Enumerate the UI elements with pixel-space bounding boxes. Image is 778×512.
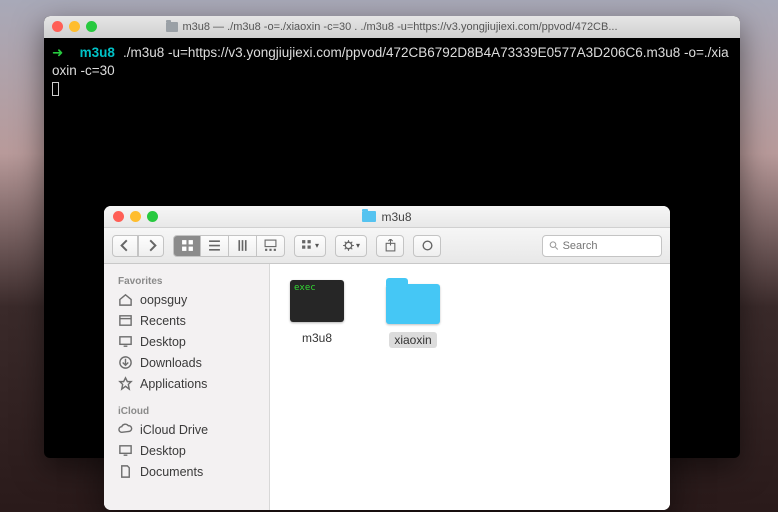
close-icon[interactable]	[52, 21, 63, 32]
nav-buttons	[112, 235, 164, 257]
arrange-group: ▾	[294, 235, 326, 257]
documents-icon	[118, 464, 133, 479]
folder-icon	[386, 284, 440, 324]
sidebar-item-desktop[interactable]: Desktop	[104, 331, 269, 352]
column-view-button[interactable]	[229, 235, 257, 257]
terminal-titlebar[interactable]: m3u8 — ./m3u8 -o=./xiaoxin -c=30 . ./m3u…	[44, 16, 740, 38]
list-view-button[interactable]	[201, 235, 229, 257]
search-field[interactable]	[542, 235, 662, 257]
search-input[interactable]	[563, 240, 655, 252]
back-button[interactable]	[112, 235, 138, 257]
icon-view-button[interactable]	[173, 235, 201, 257]
minimize-icon[interactable]	[69, 21, 80, 32]
minimize-icon[interactable]	[130, 211, 141, 222]
prompt-directory: m3u8	[80, 45, 115, 60]
sidebar-item-recents[interactable]: Recents	[104, 310, 269, 331]
file-label: xiaoxin	[389, 332, 436, 348]
desktop-icon	[118, 443, 133, 458]
folder-icon	[362, 211, 376, 222]
terminal-body[interactable]: ➜ m3u8 ./m3u8 -u=https://v3.yongjiujiexi…	[44, 38, 740, 107]
sidebar-item-icloud-desktop[interactable]: Desktop	[104, 440, 269, 461]
folder-icon	[166, 22, 178, 32]
chevron-down-icon: ▾	[356, 241, 360, 250]
file-label: m3u8	[297, 330, 337, 346]
exec-icon	[290, 280, 344, 322]
arrange-button[interactable]: ▾	[294, 235, 326, 257]
applications-icon	[118, 376, 133, 391]
sidebar: Favorites oopsguy Recents Desktop Downlo…	[104, 264, 270, 510]
finder-window: m3u8 ▾ ▾ Favorites	[104, 206, 670, 510]
finder-toolbar: ▾ ▾	[104, 228, 670, 264]
sidebar-item-label: Desktop	[140, 335, 186, 349]
zoom-icon[interactable]	[147, 211, 158, 222]
sidebar-item-label: Documents	[140, 465, 203, 479]
sidebar-item-icloud-drive[interactable]: iCloud Drive	[104, 419, 269, 440]
chevron-down-icon: ▾	[315, 241, 319, 250]
sidebar-item-downloads[interactable]: Downloads	[104, 352, 269, 373]
sidebar-item-label: Desktop	[140, 444, 186, 458]
downloads-icon	[118, 355, 133, 370]
tags-group	[413, 235, 441, 257]
finder-title: m3u8	[381, 210, 411, 224]
sidebar-item-label: Downloads	[140, 356, 202, 370]
file-item-m3u8[interactable]: m3u8	[290, 280, 344, 346]
home-icon	[118, 292, 133, 307]
forward-button[interactable]	[138, 235, 164, 257]
action-group: ▾	[335, 235, 367, 257]
window-controls	[52, 21, 97, 32]
sidebar-header-favorites: Favorites	[104, 272, 269, 289]
share-button[interactable]	[376, 235, 404, 257]
window-controls	[113, 211, 158, 222]
terminal-title: m3u8 — ./m3u8 -o=./xiaoxin -c=30 . ./m3u…	[182, 21, 617, 33]
close-icon[interactable]	[113, 211, 124, 222]
search-icon	[549, 240, 559, 251]
sidebar-item-label: iCloud Drive	[140, 423, 208, 437]
sidebar-item-documents[interactable]: Documents	[104, 461, 269, 482]
share-group	[376, 235, 404, 257]
terminal-command: ./m3u8 -u=https://v3.yongjiujiexi.com/pp…	[52, 45, 729, 78]
cursor-icon	[52, 82, 59, 96]
sidebar-item-oopsguy[interactable]: oopsguy	[104, 289, 269, 310]
gallery-view-button[interactable]	[257, 235, 285, 257]
file-grid[interactable]: m3u8 xiaoxin	[270, 264, 670, 510]
desktop-icon	[118, 334, 133, 349]
file-item-xiaoxin[interactable]: xiaoxin	[386, 280, 440, 348]
action-button[interactable]: ▾	[335, 235, 367, 257]
cloud-icon	[118, 422, 133, 437]
sidebar-header-icloud: iCloud	[104, 402, 269, 419]
prompt-arrow-icon: ➜	[52, 45, 63, 60]
zoom-icon[interactable]	[86, 21, 97, 32]
sidebar-item-label: Recents	[140, 314, 186, 328]
sidebar-item-applications[interactable]: Applications	[104, 373, 269, 394]
recents-icon	[118, 313, 133, 328]
view-mode-group	[173, 235, 285, 257]
finder-titlebar[interactable]: m3u8	[104, 206, 670, 228]
tags-button[interactable]	[413, 235, 441, 257]
sidebar-item-label: Applications	[140, 377, 207, 391]
sidebar-item-label: oopsguy	[140, 293, 187, 307]
